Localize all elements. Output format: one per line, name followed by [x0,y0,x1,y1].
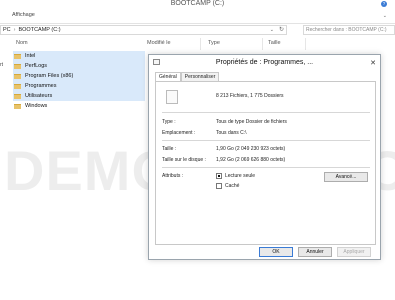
window-title-bar: BOOTCAMP (C:) ? [0,0,395,9]
file-icon [166,90,178,104]
divider [162,112,370,113]
location-value: Tous dans C:\ [216,130,247,136]
address-row: PC › BOOTCAMP (C:) ⌄ ↻ Rechercher dans :… [0,24,395,36]
file-name: Windows [25,103,48,109]
location-label: Emplacement : [162,130,196,136]
column-modified[interactable]: Modifié le [147,40,171,46]
file-name: Programmes [25,83,57,89]
type-value: Tous de type Dossier de fichiers [216,119,287,125]
file-name: Intel [25,53,36,59]
search-input[interactable]: Rechercher dans : BOOTCAMP (C:) [303,25,395,35]
dialog-title-bar: Propriétés de : Programmes, ... ✕ [149,55,380,71]
file-name: Utilisateurs [25,93,53,99]
column-divider[interactable] [305,38,306,50]
ok-button[interactable]: OK [259,247,293,257]
folder-icon [14,63,21,69]
type-label: Type : [162,119,176,125]
column-type[interactable]: Type [208,40,220,46]
file-summary: 8 213 Fichiers, 1 775 Dossiers [216,93,284,99]
address-bar[interactable]: PC › BOOTCAMP (C:) ⌄ ↻ [0,25,287,35]
size-value: 1,90 Go (2 049 230 923 octets) [216,146,286,152]
column-name[interactable]: Nom [16,40,28,46]
list-item[interactable]: Utilisateurs [13,91,145,101]
list-item[interactable]: Intel [13,51,145,61]
column-headers: Nom Modifié le Type Taille [0,38,395,50]
tab-general[interactable]: Général [155,72,181,81]
list-item[interactable]: Programmes [13,81,145,91]
folder-icon [14,103,21,109]
nav-pane-label[interactable]: rt [0,62,3,68]
folder-icon [14,73,21,79]
file-name: PerfLogs [25,63,48,69]
list-item[interactable]: Program Files (x86) [13,71,145,81]
list-item[interactable]: Windows [13,101,145,111]
readonly-checkbox[interactable]: Lecture seule [216,173,255,179]
tab-personnaliser[interactable]: Personnaliser [180,72,220,81]
dialog-title: Propriétés de : Programmes, ... [215,59,314,66]
properties-dialog: Propriétés de : Programmes, ... ✕ Généra… [148,54,381,260]
checkbox-indeterminate-icon [216,173,222,179]
checkbox-icon [216,183,222,189]
dialog-tabs: Général Personnaliser [155,72,220,81]
hidden-label: Caché [225,183,240,189]
breadcrumb-bootcamp[interactable]: BOOTCAMP (C:) [18,27,60,33]
breadcrumb-separator-icon: › [13,27,16,33]
apply-button[interactable]: Appliquer [337,247,371,257]
cancel-button[interactable]: Annuler [298,247,332,257]
advanced-button[interactable]: Avancé... [324,172,368,182]
readonly-label: Lecture seule [225,173,256,179]
hidden-checkbox[interactable]: Caché [216,183,239,189]
attributes-label: Attributs : [162,173,184,179]
window-title: BOOTCAMP (C:) [170,0,225,7]
file-list: Intel PerfLogs Program Files (x86) Progr… [13,51,145,111]
divider [162,140,370,141]
size-label: Taille : [162,146,177,152]
file-name: Program Files (x86) [25,73,74,79]
tab-affichage[interactable]: Affichage [12,12,35,18]
chevron-down-icon[interactable]: ⌄ [383,13,387,19]
dialog-body: 8 213 Fichiers, 1 775 Dossiers Type : To… [155,81,376,245]
folder-icon [14,93,21,99]
column-divider[interactable] [200,38,201,50]
disk-size-value: 1,92 Go (2 069 626 880 octets) [216,157,286,163]
refresh-icon[interactable]: ↻ [279,26,284,33]
column-size[interactable]: Taille [268,40,281,46]
divider [162,167,370,168]
breadcrumb-pc[interactable]: PC [3,27,11,33]
disk-size-label: Taille sur le disque : [162,157,206,163]
ribbon: Affichage ⌄ [0,9,395,24]
folder-icon [14,53,21,59]
list-item[interactable]: PerfLogs [13,61,145,71]
chevron-down-icon[interactable]: ⌄ [270,27,274,33]
help-icon[interactable]: ? [381,1,387,7]
close-icon[interactable]: ✕ [370,59,376,67]
column-divider[interactable] [262,38,263,50]
folder-icon [14,83,21,89]
